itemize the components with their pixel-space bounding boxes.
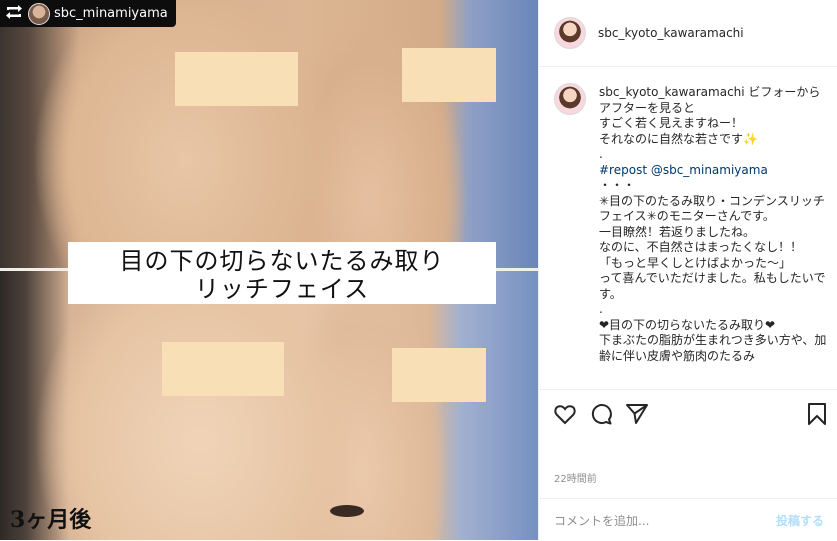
comment-avatar[interactable] [554,83,586,115]
comment-icon[interactable] [589,402,613,426]
comment-username[interactable]: sbc_kyoto_kawaramachi [599,85,745,99]
post-timestamp[interactable]: 22時間前 [554,470,597,485]
eye-censor-bar [162,342,284,396]
comment-form: コメントを追加... 投稿する [539,498,837,541]
after-photo [0,270,538,540]
after-label: 3ヶ月後 [10,507,92,533]
action-bar [539,389,837,436]
caption-line-2: リッチフェイス [194,275,370,303]
repost-hashtag-link[interactable]: #repost @sbc_minamiyama [599,163,768,177]
sparkle-emoji: ✨ [743,131,758,146]
procedure-caption: 目の下の切らないたるみ取り リッチフェイス [68,242,496,304]
avatar[interactable] [554,17,586,49]
eye-censor-bar [402,48,496,102]
heart-icon[interactable] [553,402,577,426]
share-icon[interactable] [625,402,649,426]
caption-line-1: 目の下の切らないたるみ取り [119,247,445,275]
repost-icon [4,4,24,24]
repost-header[interactable]: sbc_minamiyama [0,0,176,27]
post-side-panel: sbc_kyoto_kawaramachi sbc_kyoto_kawarama… [538,0,837,540]
post-username[interactable]: sbc_kyoto_kawaramachi [598,26,744,40]
comment-input[interactable]: コメントを追加... [554,512,776,529]
bookmark-icon[interactable] [805,402,829,426]
post-comment-button[interactable]: 投稿する [776,512,824,529]
repost-avatar[interactable] [28,2,50,25]
post-photo[interactable]: 目の下の切らないたるみ取り リッチフェイス 3ヶ月後 sbc_minamiyam… [0,0,538,540]
caption-comment: sbc_kyoto_kawaramachi ビフォーからアフターを見ると すごく… [599,85,827,364]
post-header: sbc_kyoto_kawaramachi [539,0,837,67]
comment-text: . [599,147,603,161]
eye-censor-bar [392,348,486,402]
before-photo [0,0,538,270]
eye-censor-bar [175,52,298,106]
comments-area[interactable]: sbc_kyoto_kawaramachi ビフォーからアフターを見ると すごく… [539,67,837,389]
repost-username[interactable]: sbc_minamiyama [54,6,168,21]
nostril-shadow [330,505,364,517]
comment-text: ・・・ ✳︎目の下のたるみ取り・コンデンスリッチフェイス✳︎のモニターさんです。… [599,178,827,363]
